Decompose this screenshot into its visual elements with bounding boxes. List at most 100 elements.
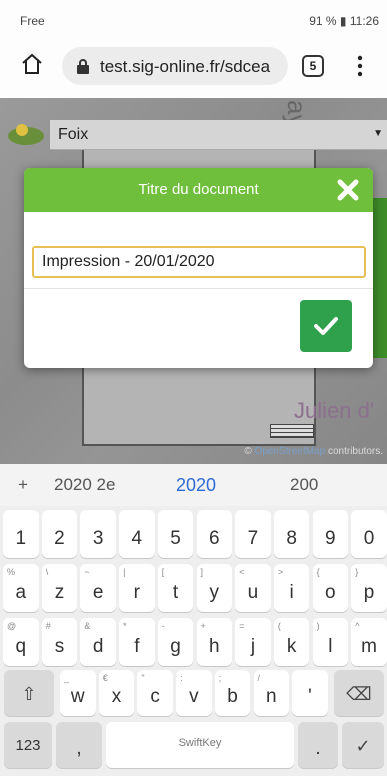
more-vert-icon[interactable] [350, 53, 370, 79]
key-label: 0 [363, 528, 375, 549]
on-screen-keyboard: + 2020 2e 2020 200 ⇧ ⌫ 123 , SwiftKey . … [0, 464, 387, 776]
key-j[interactable]: = j [235, 618, 271, 666]
key-label: h [208, 636, 220, 657]
key-x[interactable]: € x [98, 670, 135, 716]
backspace-key[interactable]: ⌫ [334, 670, 384, 716]
key-s[interactable]: # s [41, 618, 78, 666]
key-secondary-label: ) [316, 621, 320, 631]
clock: 11:26 [349, 14, 379, 28]
shift-key[interactable]: ⇧ [4, 670, 54, 716]
key-r[interactable]: | r [119, 564, 155, 612]
enter-key[interactable]: ✓ [342, 722, 384, 768]
shift-icon: ⇧ [21, 684, 37, 704]
comma-key[interactable]: , [56, 722, 102, 768]
key-0[interactable]: 0 [351, 510, 387, 558]
key-label: n [265, 686, 277, 707]
key-secondary-label: ] [200, 567, 204, 577]
key-label: g [170, 636, 181, 657]
key-secondary-label: ~ [84, 567, 90, 577]
key-7[interactable]: 7 [235, 510, 271, 558]
key-u[interactable]: < u [235, 564, 271, 612]
key-i[interactable]: > i [273, 564, 310, 612]
close-x-icon[interactable] [336, 178, 360, 202]
key-secondary-label: * [123, 621, 127, 631]
space-bar[interactable]: SwiftKey [106, 722, 294, 768]
key-t[interactable]: [t [157, 564, 194, 612]
key-9[interactable]: 9 [312, 510, 349, 558]
attribution-suffix: contributors. [327, 446, 383, 457]
key-secondary-label: _ [64, 673, 70, 683]
key-secondary-label: \ [45, 567, 49, 577]
layer-select-value: Foix [58, 126, 89, 143]
status-bar: Free 91 % ▮ 11:26 [0, 0, 387, 36]
key-y[interactable]: ] y [196, 564, 232, 612]
key-label: 4 [131, 528, 143, 549]
key-label: p [363, 582, 375, 603]
dialog-divider [24, 288, 373, 289]
key-label: 2 [54, 528, 65, 549]
key-apostrophe[interactable]: ' [292, 670, 328, 716]
url-bar[interactable]: test.sig-online.fr/sdcea [62, 47, 288, 85]
key-g[interactable]: -g [157, 618, 194, 666]
document-title-input[interactable] [32, 246, 366, 278]
suggestion-1[interactable]: 2020 2e [54, 475, 115, 495]
key-2[interactable]: 2 [41, 510, 78, 558]
key-p[interactable]: } p [351, 564, 387, 612]
backspace-icon: ⌫ [346, 684, 372, 704]
comma-key-label: , [76, 738, 82, 759]
key-label: 8 [286, 528, 297, 549]
key-6[interactable]: 6 [196, 510, 232, 558]
key-h[interactable]: + h [196, 618, 232, 666]
key-label: f [134, 636, 140, 657]
key-8[interactable]: 8 [273, 510, 310, 558]
key-c[interactable]: " c [137, 670, 173, 716]
key-label: x [111, 686, 122, 707]
key-secondary-label: < [239, 567, 245, 577]
period-key[interactable]: . [298, 722, 338, 768]
ok-button[interactable] [300, 300, 352, 352]
key-o[interactable]: {o [312, 564, 349, 612]
key-label: i [289, 582, 294, 603]
chevron-down-icon: ▼ [373, 128, 383, 139]
key-5[interactable]: 5 [157, 510, 194, 558]
enter-icon: ✓ [355, 736, 371, 756]
key-label: 5 [170, 528, 181, 549]
key-n[interactable]: / n [253, 670, 289, 716]
key-1[interactable]: 1 [3, 510, 39, 558]
suggestion-plus[interactable]: + [18, 475, 28, 495]
layer-select[interactable]: Foix ▼ [50, 120, 387, 150]
key-k[interactable]: (k [273, 618, 310, 666]
status-right: 91 % ▮ 11:26 [309, 14, 379, 28]
key-label: 9 [325, 528, 336, 549]
key-label: 1 [15, 528, 27, 549]
key-v[interactable]: :v [176, 670, 212, 716]
key-d[interactable]: & d [80, 618, 116, 666]
key-label: l [328, 636, 333, 657]
key-secondary-label: @ [7, 621, 17, 631]
key-secondary-label: ^ [355, 621, 360, 631]
space-bar-label: SwiftKey [178, 737, 222, 749]
home-icon[interactable] [20, 52, 44, 76]
key-f[interactable]: * f [119, 618, 155, 666]
key-w[interactable]: _ w [60, 670, 96, 716]
key-secondary-label: [ [161, 567, 165, 577]
attribution-prefix: © [244, 446, 252, 457]
suggestion-2[interactable]: 2020 [176, 475, 216, 496]
key-secondary-label: - [161, 621, 165, 631]
suggestion-3[interactable]: 200 [290, 475, 318, 495]
symbols-key[interactable]: 123 [4, 722, 52, 768]
key-label: t [172, 582, 179, 603]
key-e[interactable]: ~ e [80, 564, 116, 612]
key-b[interactable]: ; b [214, 670, 251, 716]
key-m[interactable]: ^ m [351, 618, 387, 666]
key-l[interactable]: ) l [312, 618, 349, 666]
url-text: test.sig-online.fr/sdcea [100, 57, 271, 76]
key-z[interactable]: \ z [41, 564, 78, 612]
tab-switcher-button[interactable]: 5 [302, 55, 324, 77]
key-label: 6 [208, 528, 220, 549]
key-a[interactable]: % a [3, 564, 39, 612]
key-4[interactable]: 4 [119, 510, 155, 558]
key-q[interactable]: @ q [3, 618, 39, 666]
attribution-link[interactable]: OpenStreetMap [255, 446, 326, 457]
key-3[interactable]: 3 [80, 510, 116, 558]
